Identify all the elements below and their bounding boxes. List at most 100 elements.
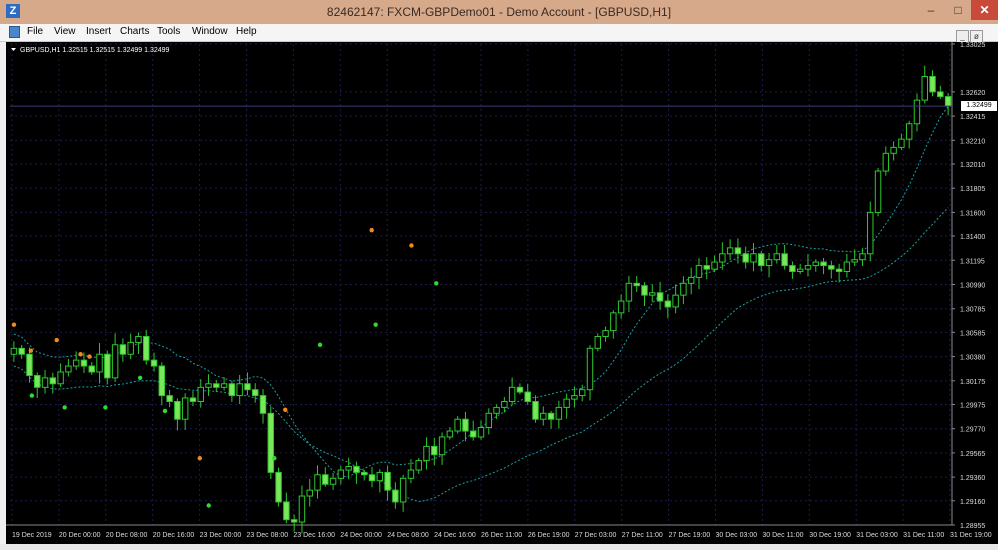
candle-body (944, 96, 952, 107)
close-button[interactable]: ✕ (971, 0, 998, 20)
price-tick-label: 1.30585 (960, 330, 985, 337)
candle-body (796, 268, 804, 273)
candle-body (189, 397, 197, 403)
candle-body (789, 265, 796, 273)
candle-body (143, 336, 150, 361)
price-tick-label: 1.32210 (960, 138, 985, 145)
menu-file[interactable]: File (27, 26, 43, 37)
candle-body (306, 489, 313, 497)
candle-body (617, 300, 625, 314)
price-tick-label: 1.30785 (960, 307, 985, 314)
candle-body (563, 398, 570, 408)
signal-dot-green (29, 393, 35, 398)
candle-body (454, 418, 461, 432)
minimize-button[interactable]: – (918, 0, 944, 20)
signal-dot-orange (28, 348, 34, 353)
candle-body (158, 365, 166, 397)
candle-body (594, 336, 602, 349)
time-tick-label: 31 Dec 11:00 (903, 532, 944, 539)
candle-body (80, 359, 88, 367)
candle-body (540, 412, 547, 420)
candle-body (275, 471, 282, 503)
chart-canvas[interactable]: 1.33025 1.32620 1.32415 1.32210 1.32010 1.318… (6, 42, 998, 544)
price-tick-label: 1.28955 (960, 523, 985, 530)
candle-body (524, 391, 531, 402)
price-chart[interactable]: 1.33025 1.32620 1.32415 1.32210 1.32010 1.318… (6, 42, 998, 544)
candle-body (135, 336, 142, 343)
time-tick-label: 27 Dec 03:00 (575, 532, 617, 539)
candle-body (485, 412, 493, 428)
price-tick-label: 1.32010 (960, 162, 985, 169)
menu-charts[interactable]: Charts (120, 26, 149, 37)
candle-body (664, 300, 672, 308)
candle-body (867, 211, 874, 255)
candle-body (493, 406, 500, 414)
price-tick-label: 1.30175 (960, 379, 985, 386)
time-tick-label: 24 Dec 08:00 (387, 532, 429, 539)
price-tick-label: 1.32415 (960, 114, 985, 121)
price-tick-label: 1.31600 (960, 210, 985, 217)
price-tick-label: 1.32620 (960, 90, 985, 97)
candle-body (742, 253, 749, 263)
price-tick-label: 1.30380 (960, 355, 985, 362)
candle-body (111, 344, 119, 379)
candle-body (236, 383, 243, 397)
menu-insert[interactable]: Insert (86, 26, 111, 37)
menu-window[interactable]: Window (192, 26, 228, 37)
menu-help[interactable]: Help (236, 26, 257, 37)
candle-body (353, 466, 360, 473)
signal-dot-orange (87, 354, 92, 359)
candle-body (181, 397, 189, 420)
candle-body (462, 418, 469, 432)
signal-dot-green (162, 408, 168, 414)
candle-body (360, 471, 368, 476)
signal-dot-green (317, 342, 323, 347)
mdi-controls: _øx (955, 26, 995, 61)
candle-body (913, 99, 921, 125)
candle-body (703, 265, 710, 270)
signal-dot-orange (409, 243, 414, 248)
candle-body (625, 282, 633, 302)
price-tick-label: 1.31195 (960, 258, 985, 265)
candle-body (765, 259, 773, 267)
time-tick-label: 31 Dec 03:00 (856, 532, 898, 539)
time-tick-label: 31 Dec 19:00 (950, 532, 992, 539)
candle-body (641, 285, 648, 296)
menu-tools[interactable]: Tools (157, 26, 180, 37)
time-tick-label: 23 Dec 08:00 (247, 532, 289, 539)
candle-body (680, 282, 687, 296)
candle-body (726, 247, 734, 255)
candle-body (719, 253, 726, 263)
signal-dot-orange (54, 337, 59, 343)
candle-body (49, 377, 57, 385)
candle-body (205, 383, 212, 388)
menu-view[interactable]: View (54, 26, 76, 37)
signal-dot-orange (78, 352, 83, 357)
signal-dot-green (272, 456, 277, 461)
candle-body (415, 460, 422, 471)
candle-body (329, 477, 337, 485)
time-tick-label: 20 Dec 08:00 (106, 532, 148, 539)
candle-body (376, 471, 384, 482)
candle-body (259, 395, 267, 414)
signal-dot-green (62, 405, 67, 410)
candle-body (384, 471, 391, 491)
signal-dot-orange (197, 456, 202, 461)
signal-dot-green (137, 375, 143, 381)
time-tick-label: 19 Dec 2019 (12, 532, 52, 539)
maximize-button[interactable]: □ (945, 0, 971, 20)
signal-dot-orange (283, 407, 288, 412)
chart-window-icon[interactable] (9, 26, 20, 38)
candle-body (477, 427, 485, 438)
candle-body (859, 253, 866, 261)
candle-body (571, 395, 578, 400)
candle-body (41, 377, 49, 388)
candle-body (547, 412, 555, 420)
candle-body (345, 466, 352, 471)
candle-body (392, 489, 399, 503)
candle-body (828, 265, 835, 270)
candle-body (407, 469, 415, 479)
candle-body (244, 383, 251, 391)
time-tick-label: 20 Dec 00:00 (59, 532, 101, 539)
candle-body (633, 282, 640, 287)
